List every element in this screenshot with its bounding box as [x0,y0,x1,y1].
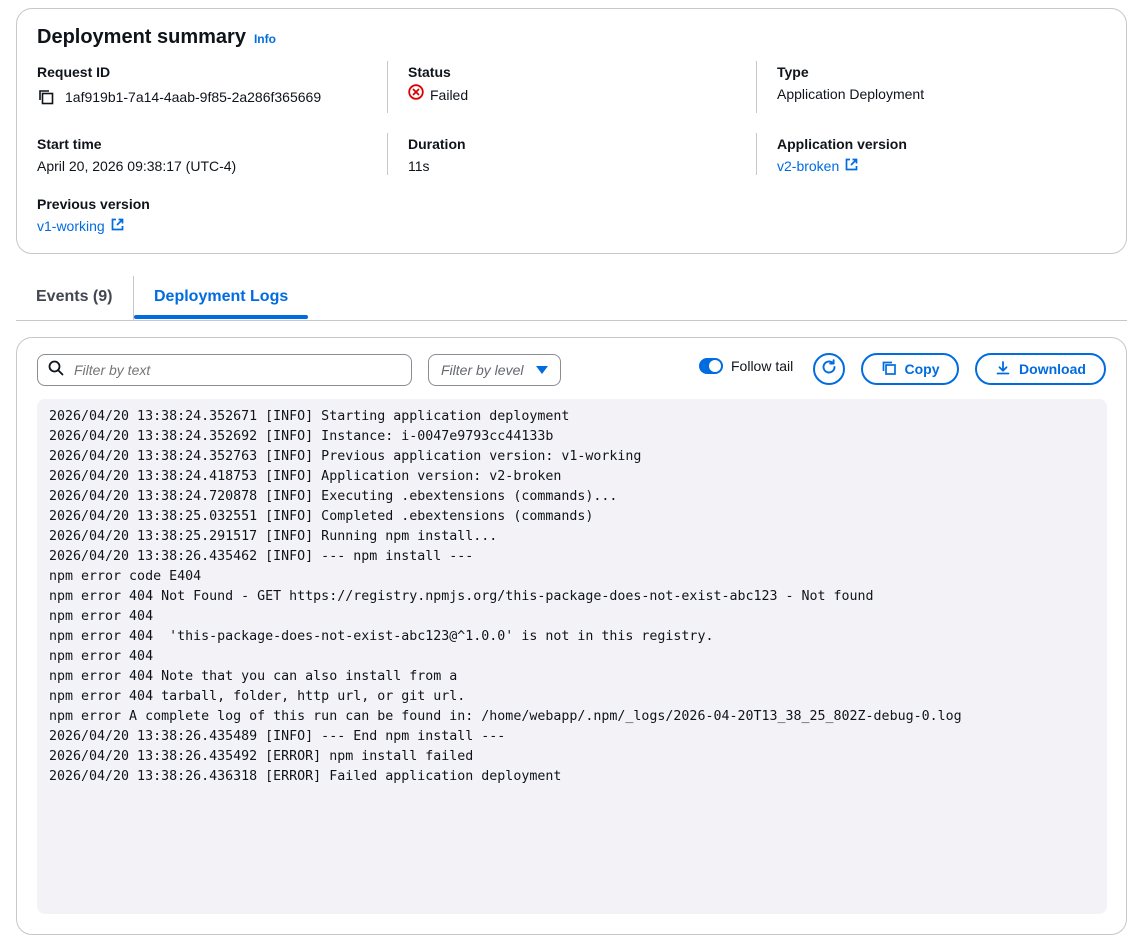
log-line: 2026/04/20 13:38:24.720878 [INFO] Execut… [49,489,618,504]
external-link-icon [845,156,858,176]
filter-level-select[interactable]: Filter by level [428,354,561,386]
caret-down-icon [536,366,548,374]
request-id-label: Request ID [37,64,111,80]
application-version-label: Application version [777,136,907,152]
log-line: 2026/04/20 13:38:26.435492 [ERROR] npm i… [49,749,474,764]
external-link-icon [111,216,124,236]
request-id-value: 1af919b1-7a14-4aab-9f85-2a286f365669 [65,89,322,105]
download-icon [995,360,1011,379]
follow-tail-label: Follow tail [731,358,794,374]
page-title: Deployment summary [37,26,246,48]
filter-level-label: Filter by level [441,362,524,378]
column-divider [387,61,388,113]
duration-field: Duration 11s [408,135,466,176]
request-id-field: Request ID 1af919b1-7a14-4aab-9f85-2a286… [37,63,321,107]
log-line: npm error 404 [49,609,154,624]
start-time-value: April 20, 2026 09:38:17 (UTC-4) [37,158,237,174]
log-line: 2026/04/20 13:38:25.032551 [INFO] Comple… [49,509,594,524]
type-value: Application Deployment [777,86,925,102]
log-output[interactable]: 2026/04/20 13:38:24.352671 [INFO] Starti… [37,399,1107,914]
logs-panel: Filter by level Follow tail Copy Downloa… [16,337,1127,935]
status-field: Status Failed [408,63,468,105]
log-line: npm error 404 Note that you can also ins… [49,669,458,684]
error-circle-icon [408,84,424,105]
active-tab-indicator [134,315,309,319]
toggle-knob [709,360,721,372]
column-divider [387,133,388,175]
search-icon [48,360,64,381]
follow-tail-control: Follow tail [699,358,793,374]
log-line: npm error code E404 [49,569,202,584]
log-line: npm error 404 'this-package-does-not-exi… [49,629,714,644]
start-time-field: Start time April 20, 2026 09:38:17 (UTC-… [37,135,236,176]
application-version-link[interactable]: v2-broken [777,156,858,176]
download-button[interactable]: Download [975,353,1106,385]
tab-events[interactable]: Events (9) [16,276,132,320]
type-label: Type [777,64,809,80]
copy-label: Copy [904,361,940,377]
previous-version-field: Previous version v1-working [37,195,150,236]
log-line: npm error A complete log of this run can… [49,709,962,724]
refresh-icon [820,358,838,381]
log-line: npm error 404 tarball, folder, http url,… [49,689,466,704]
filter-text-input[interactable] [72,361,392,379]
previous-version-label: Previous version [37,196,150,212]
duration-value: 11s [408,158,430,174]
column-divider [756,61,757,113]
log-line: 2026/04/20 13:38:26.436318 [ERROR] Faile… [49,769,562,784]
filter-text-field[interactable] [37,354,412,386]
duration-label: Duration [408,136,466,152]
summary-header: Deployment summary Info [37,26,276,49]
copy-icon[interactable] [37,88,55,106]
start-time-label: Start time [37,136,102,152]
log-line: 2026/04/20 13:38:25.291517 [INFO] Runnin… [49,529,498,544]
log-line: npm error 404 [49,649,154,664]
status-label: Status [408,64,451,80]
column-divider [756,133,757,175]
application-version-value: v2-broken [777,158,840,174]
log-line: npm error 404 Not Found - GET https://re… [49,589,874,604]
refresh-button[interactable] [813,353,845,385]
copy-icon [881,360,897,379]
log-line: 2026/04/20 13:38:24.352692 [INFO] Instan… [49,429,554,444]
previous-version-value: v1-working [37,218,105,234]
log-line: 2026/04/20 13:38:24.352763 [INFO] Previo… [49,449,642,464]
tab-deployment-logs[interactable]: Deployment Logs [133,276,309,320]
copy-button[interactable]: Copy [861,353,959,385]
log-line: 2026/04/20 13:38:26.435489 [INFO] --- En… [49,729,506,744]
info-link[interactable]: Info [254,32,276,46]
log-line: 2026/04/20 13:38:24.352671 [INFO] Starti… [49,409,570,424]
deployment-summary-card: Deployment summary Info Request ID 1af91… [16,8,1127,254]
application-version-field: Application version v2-broken [777,135,907,176]
status-value: Failed [430,86,469,103]
previous-version-link[interactable]: v1-working [37,216,124,236]
tab-bar: Events (9) Deployment Logs [16,276,1127,321]
log-line: 2026/04/20 13:38:24.418753 [INFO] Applic… [49,469,562,484]
tab-deployment-logs-label: Deployment Logs [154,288,289,305]
follow-tail-toggle[interactable] [699,358,723,374]
type-field: Type Application Deployment [777,63,924,104]
log-line: 2026/04/20 13:38:26.435462 [INFO] --- np… [49,549,474,564]
download-label: Download [1019,361,1086,377]
